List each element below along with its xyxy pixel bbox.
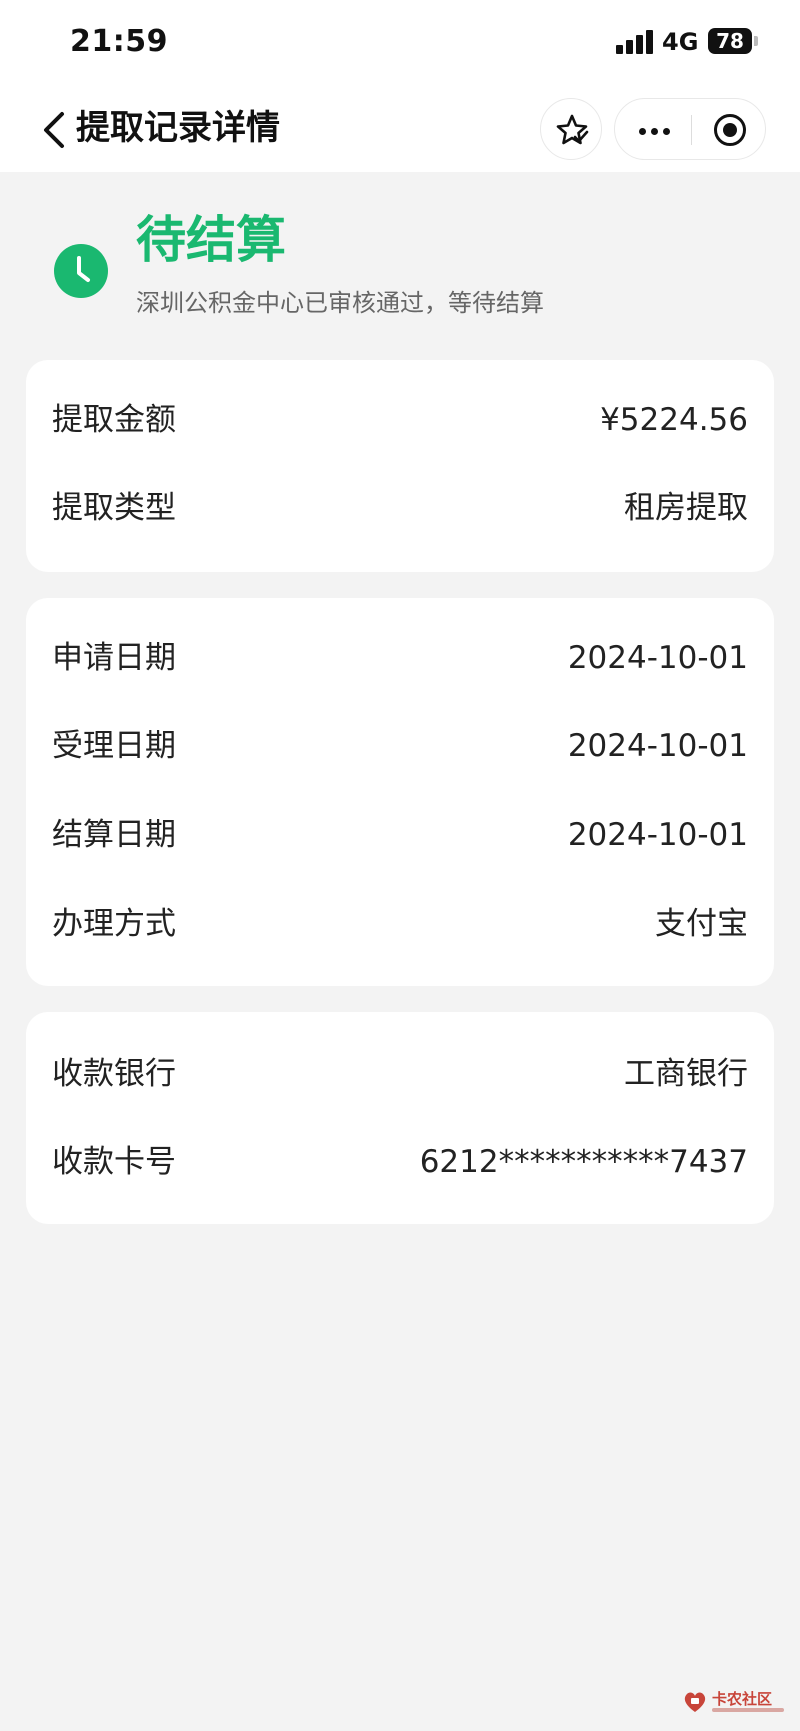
info-row-apply-date: 申请日期 2024-10-01 [26,618,774,698]
dates-card: 申请日期 2024-10-01 受理日期 2024-10-01 结算日期 202… [26,598,774,986]
watermark-text: 卡农社区 [712,1690,773,1708]
watermark-subline [712,1708,784,1712]
info-row-bank: 收款银行 工商银行 [26,1034,774,1114]
amount-card: 提取金额 ¥5224.56 提取类型 租房提取 [26,360,774,572]
chevron-left-icon[interactable] [36,106,76,154]
row-value: 2024-10-01 [567,728,748,764]
row-label: 收款卡号 [52,1144,176,1180]
row-label: 收款银行 [52,1056,176,1092]
status-description: 深圳公积金中心已审核通过，等待结算 [136,289,544,317]
row-value: 6212***********7437 [419,1144,748,1180]
row-value: 工商银行 [624,1056,748,1092]
info-row-accept-date: 受理日期 2024-10-01 [26,706,774,786]
row-label: 提取类型 [52,490,176,526]
watermark-logo-icon [684,1692,706,1712]
watermark: 卡农社区 [682,1686,792,1722]
withdrawal-detail-page: 21:59 4G 78 提取记录详情 待结算 深圳公积金中心已审核通过，等待结算… [0,0,800,1731]
network-type: 4G [662,28,699,56]
signal-icon [616,30,654,54]
nav-bar: 提取记录详情 [0,88,800,172]
status-time: 21:59 [70,24,168,59]
mini-program-capsule [614,98,766,160]
target-close-icon[interactable] [692,99,767,161]
status-bar: 21:59 4G 78 [0,0,800,88]
row-label: 结算日期 [52,817,176,853]
favorite-button[interactable] [540,98,602,160]
info-row-method: 办理方式 支付宝 [26,884,774,964]
clock-icon [54,244,108,298]
battery-icon: 78 [708,28,752,54]
info-row-amount: 提取金额 ¥5224.56 [26,380,774,460]
row-value: ¥5224.56 [600,402,748,438]
info-row-type: 提取类型 租房提取 [26,468,774,548]
info-row-card-number: 收款卡号 6212***********7437 [26,1122,774,1202]
more-dots-icon[interactable] [615,99,691,161]
bank-card: 收款银行 工商银行 收款卡号 6212***********7437 [26,1012,774,1224]
row-value: 2024-10-01 [567,817,748,853]
battery-tip [754,36,758,46]
status-header: 待结算 深圳公积金中心已审核通过，等待结算 [0,172,800,352]
row-label: 受理日期 [52,728,176,764]
row-label: 提取金额 [52,402,176,438]
status-title: 待结算 [136,211,286,269]
row-label: 申请日期 [52,640,176,676]
page-title: 提取记录详情 [76,108,280,148]
star-check-icon [556,114,589,145]
row-value: 租房提取 [624,490,748,526]
row-label: 办理方式 [52,906,176,942]
info-row-settle-date: 结算日期 2024-10-01 [26,795,774,875]
row-value: 支付宝 [655,906,748,942]
row-value: 2024-10-01 [567,640,748,676]
